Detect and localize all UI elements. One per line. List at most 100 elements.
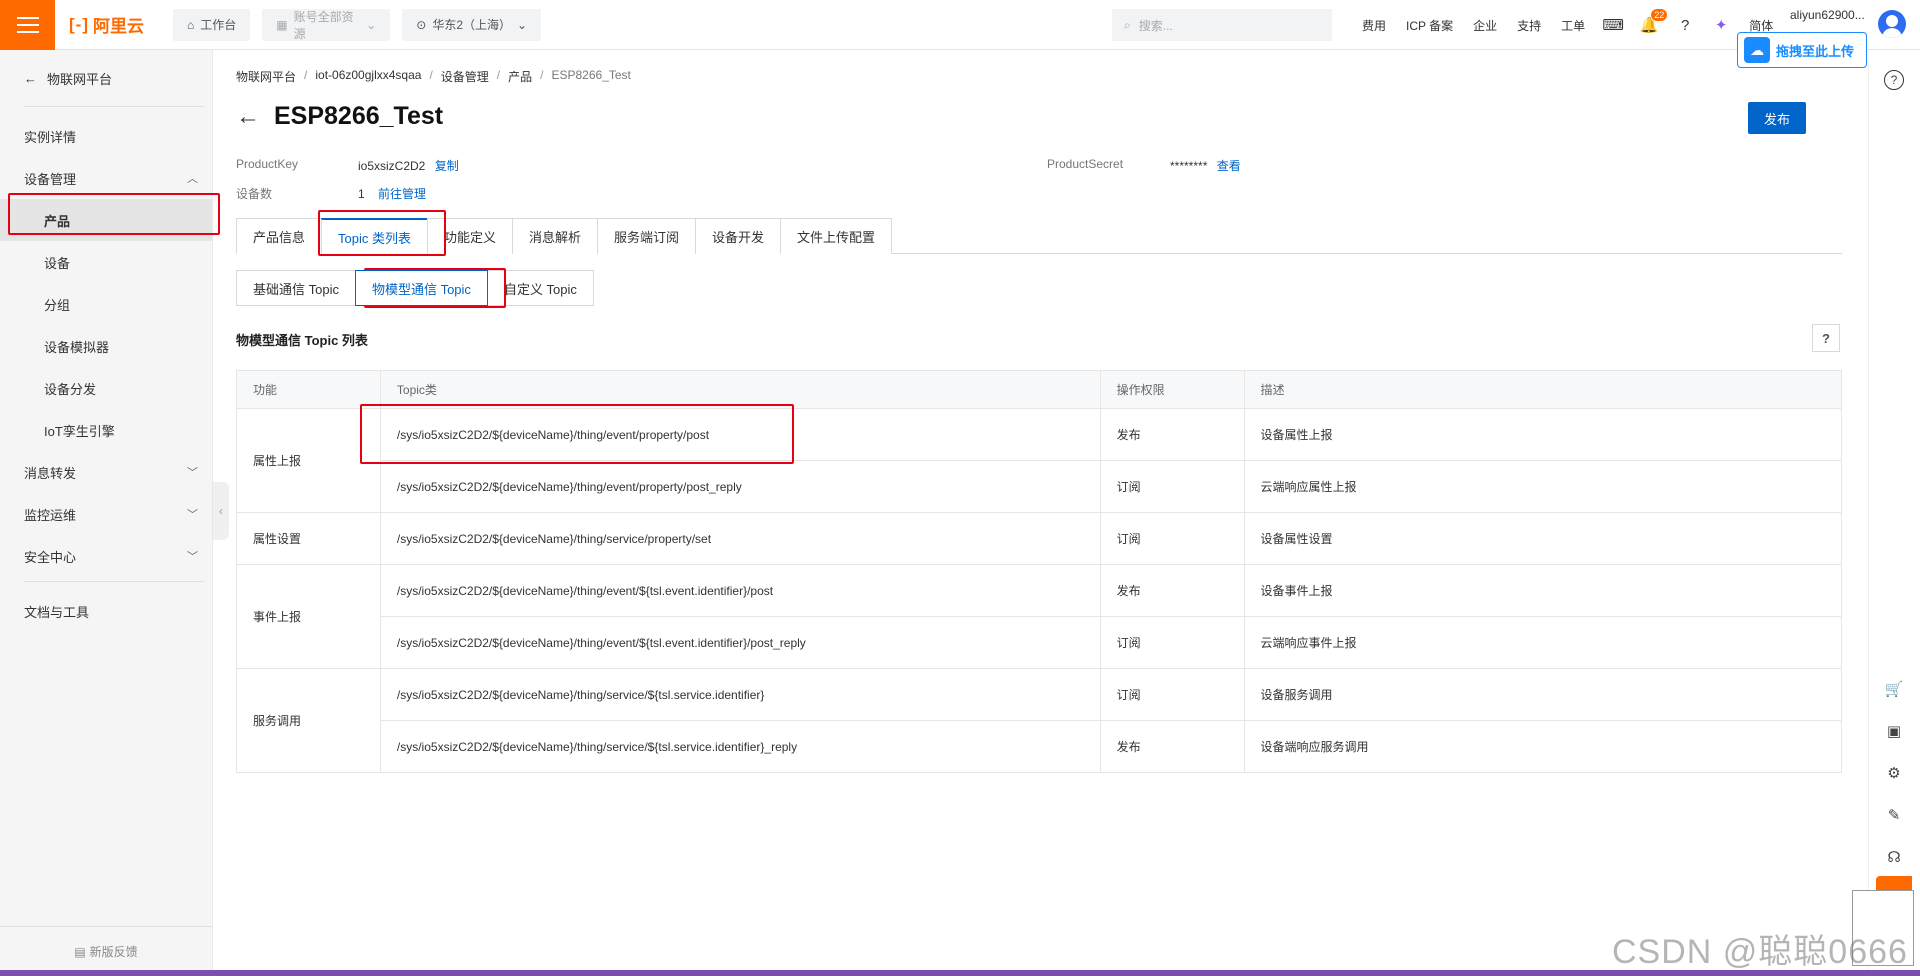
- sidebar-collapse-handle[interactable]: ‹: [213, 482, 229, 540]
- sidebar-item-label: 监控运维: [24, 507, 77, 523]
- subtab-basic-topic[interactable]: 基础通信 Topic: [236, 270, 356, 306]
- sidebar-item-instance-details[interactable]: 实例详情: [0, 115, 212, 157]
- search-input[interactable]: ⌕ 搜索...: [1112, 9, 1332, 41]
- table-header: 描述: [1243, 370, 1842, 409]
- sidebar-item-message-forwarding[interactable]: 消息转发 ﹀: [0, 451, 212, 493]
- region-label: 华东2（上海）: [432, 18, 512, 32]
- copy-link[interactable]: 复制: [435, 159, 459, 173]
- workbench-button[interactable]: ⌂ 工作台: [173, 8, 251, 41]
- sidebar-item-groups[interactable]: 分组: [0, 283, 212, 325]
- topic-cell: /sys/io5xsizC2D2/${deviceName}/thing/ser…: [379, 720, 1101, 773]
- sidebar-item-device-distribution[interactable]: 设备分发: [0, 367, 212, 409]
- tab-message-parsing[interactable]: 消息解析: [512, 218, 599, 254]
- chevron-left-icon: ‹: [219, 504, 223, 518]
- window-bottom-border: [0, 970, 1920, 976]
- sidebar-item-label: 分组: [44, 297, 71, 313]
- tab-function-definition[interactable]: 功能定义: [426, 218, 513, 254]
- sidebar: ← 物联网平台 实例详情 设备管理 ︿ 产品 设备 分组 设备模拟器 设备分发 I…: [0, 50, 213, 976]
- settings-icon[interactable]: ⚙: [1881, 760, 1907, 786]
- tab-server-subscription[interactable]: 服务端订阅: [597, 218, 697, 254]
- feedback-button[interactable]: ▤ 新版反馈: [0, 926, 212, 976]
- tab-device-development[interactable]: 设备开发: [695, 218, 782, 254]
- sidebar-item-label: 消息转发: [24, 465, 77, 481]
- watermark: CSDN @聪聪0666: [1612, 933, 1908, 971]
- description-cell: 设备事件上报: [1243, 564, 1842, 617]
- help-icon[interactable]: ?: [1667, 0, 1703, 50]
- permission-cell: 订阅: [1099, 616, 1245, 669]
- description-cell: 设备服务调用: [1243, 668, 1842, 721]
- sidebar-back-button[interactable]: ← 物联网平台: [0, 50, 212, 106]
- sidebar-item-products[interactable]: 产品: [0, 199, 212, 241]
- permission-cell: 订阅: [1099, 668, 1245, 721]
- tab-topic-list[interactable]: Topic 类列表: [321, 218, 428, 254]
- ai-assistant-icon[interactable]: ✦: [1703, 0, 1739, 50]
- table-row: 属性上报 /sys/io5xsizC2D2/${deviceName}/thin…: [236, 408, 1842, 513]
- function-cell: 事件上报: [236, 564, 381, 669]
- subtab-tsl-topic[interactable]: 物模型通信 Topic: [354, 270, 488, 306]
- breadcrumb-item[interactable]: 物联网平台: [236, 68, 296, 85]
- sidebar-item-security-center[interactable]: 安全中心 ﹀: [0, 535, 212, 577]
- back-arrow-icon[interactable]: ←: [236, 103, 260, 131]
- terminal-icon[interactable]: ⌨: [1595, 0, 1631, 50]
- top-link-ticket[interactable]: 工单: [1551, 17, 1595, 34]
- chevron-down-icon: ﹀: [187, 467, 198, 479]
- sidebar-item-docs-tools[interactable]: 文档与工具: [0, 590, 212, 632]
- menu-icon[interactable]: [0, 0, 55, 50]
- resources-selector[interactable]: ▦ 账号全部资源 ⌄: [262, 8, 391, 41]
- function-cell: 属性上报: [236, 408, 381, 513]
- top-link-icp[interactable]: ICP 备案: [1396, 17, 1463, 34]
- divider: [24, 581, 204, 582]
- breadcrumb-item[interactable]: iot-06z00gjlxx4sqaa: [315, 68, 421, 85]
- drag-upload-box[interactable]: ☁ 拖拽至此上传: [1737, 32, 1867, 68]
- feedback-label: 新版反馈: [89, 945, 138, 959]
- sidebar-item-monitoring[interactable]: 监控运维 ﹀: [0, 493, 212, 535]
- help-icon[interactable]: ?: [1812, 324, 1840, 352]
- sidebar-item-devices[interactable]: 设备: [0, 241, 212, 283]
- title-row: ← ESP8266_Test: [236, 102, 443, 131]
- view-secret-link[interactable]: 查看: [1217, 159, 1241, 173]
- permission-cell: 发布: [1099, 720, 1245, 773]
- topic-cell: /sys/io5xsizC2D2/${deviceName}/thing/eve…: [379, 564, 1101, 617]
- sidebar-item-device-simulator[interactable]: 设备模拟器: [0, 325, 212, 367]
- device-count-row: 设备数: [236, 185, 272, 202]
- manage-devices-link[interactable]: 前往管理: [378, 187, 426, 201]
- product-secret-label: ProductSecret: [1047, 157, 1123, 171]
- description-cell: 云端响应属性上报: [1243, 460, 1842, 513]
- arrow-left-icon: ←: [24, 70, 37, 86]
- top-link-fees[interactable]: 费用: [1352, 17, 1396, 34]
- question-circle-icon[interactable]: ?: [1884, 70, 1904, 90]
- table-header: 功能: [236, 370, 381, 409]
- tab-product-info[interactable]: 产品信息: [236, 218, 323, 254]
- cloud-upload-icon: ☁: [1744, 37, 1770, 63]
- cart-icon[interactable]: 🛒: [1881, 676, 1907, 702]
- aliyun-logo[interactable]: [-] 阿里云: [69, 12, 173, 37]
- sidebar-item-iot-twin-engine[interactable]: IoT孪生引擎: [0, 409, 212, 451]
- topic-cell: /sys/io5xsizC2D2/${deviceName}/thing/eve…: [379, 408, 1101, 461]
- subtab-custom-topic[interactable]: 自定义 Topic: [486, 270, 594, 306]
- product-key-row: ProductKey: [236, 157, 298, 171]
- sidebar-item-label: 设备模拟器: [44, 339, 110, 355]
- region-selector[interactable]: ⊙ 华东2（上海） ⌄: [402, 8, 542, 41]
- description-cell: 设备属性上报: [1243, 408, 1842, 461]
- tab-file-upload-config[interactable]: 文件上传配置: [780, 218, 893, 254]
- sidebar-item-device-management[interactable]: 设备管理 ︿: [0, 157, 212, 199]
- notification-badge: 22: [1651, 9, 1668, 21]
- topic-cell: /sys/io5xsizC2D2/${deviceName}/thing/eve…: [379, 616, 1101, 669]
- topic-cell: /sys/io5xsizC2D2/${deviceName}/thing/eve…: [379, 460, 1101, 513]
- description-cell: 云端响应事件上报: [1243, 616, 1842, 669]
- top-link-support[interactable]: 支持: [1507, 17, 1551, 34]
- bell-icon[interactable]: 🔔 22: [1631, 0, 1668, 50]
- username[interactable]: aliyun62900...: [1790, 8, 1865, 22]
- chevron-down-icon: ﹀: [187, 509, 198, 521]
- breadcrumb-item[interactable]: 设备管理: [441, 68, 489, 85]
- publish-button[interactable]: 发布: [1748, 102, 1806, 134]
- language-switch[interactable]: 简体: [1739, 17, 1783, 34]
- breadcrumb-item[interactable]: 产品: [508, 68, 532, 85]
- edit-icon[interactable]: ✎: [1881, 802, 1907, 828]
- product-secret-value: ********: [1170, 159, 1208, 173]
- product-secret-value-group: ******** 查看: [1170, 157, 1241, 174]
- headset-icon[interactable]: ☊: [1881, 844, 1907, 870]
- avatar[interactable]: [1878, 10, 1906, 38]
- calculator-icon[interactable]: ▣: [1881, 718, 1907, 744]
- top-link-enterprise[interactable]: 企业: [1463, 17, 1507, 34]
